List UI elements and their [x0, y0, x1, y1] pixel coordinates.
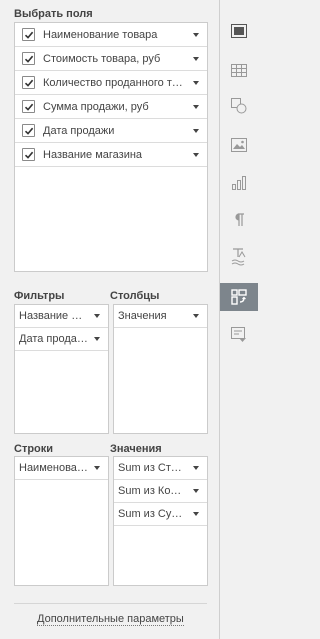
filter-field-chip[interactable]: Дата продажи	[15, 328, 108, 351]
chart-icon	[231, 176, 246, 190]
chevron-down-icon[interactable]	[94, 314, 100, 318]
checkmark-icon	[24, 127, 34, 135]
checkmark-icon	[24, 151, 34, 159]
field-row[interactable]: Количество проданного товара	[15, 71, 207, 95]
shape-icon	[231, 98, 247, 114]
row-field-label: Наименование товара	[19, 462, 88, 474]
text-art-settings-button[interactable]	[220, 243, 258, 271]
field-label: Количество проданного товара	[43, 76, 187, 89]
text-art-icon	[231, 248, 246, 266]
value-field-chip[interactable]: Sum из Сумма продажи, руб	[114, 503, 207, 526]
checkmark-icon	[24, 31, 34, 39]
value-field-label: Sum из Стоимость товара, руб	[118, 462, 187, 474]
pivot-table-icon	[231, 289, 247, 305]
select-fields-title: Выбрать поля	[14, 8, 93, 20]
filters-drop-area[interactable]: Название магазина Дата продажи	[14, 304, 109, 434]
signature-icon	[231, 326, 246, 342]
rows-drop-area[interactable]: Наименование товара	[14, 456, 109, 586]
values-drop-area[interactable]: Sum из Стоимость товара, руб Sum из Коли…	[113, 456, 208, 586]
checkmark-icon	[24, 79, 34, 87]
table-icon	[231, 63, 247, 77]
column-field-chip[interactable]: Значения	[114, 305, 207, 328]
chevron-down-icon[interactable]	[193, 104, 199, 109]
row-field-chip[interactable]: Наименование товара	[15, 457, 108, 480]
value-field-chip[interactable]: Sum из Количество проданного товара	[114, 480, 207, 503]
field-checkbox[interactable]	[22, 28, 35, 41]
right-sidebar	[219, 0, 258, 639]
chevron-down-icon[interactable]	[193, 314, 199, 318]
paragraph-settings-button[interactable]	[220, 206, 258, 234]
values-title: Значения	[110, 443, 162, 455]
chevron-down-icon[interactable]	[94, 466, 100, 470]
image-icon	[231, 138, 247, 152]
table-settings-button[interactable]	[220, 56, 258, 84]
slide-settings-icon	[231, 24, 247, 38]
field-row[interactable]: Стоимость товара, руб	[15, 47, 207, 71]
checkmark-icon	[24, 103, 34, 111]
slide-settings-button[interactable]	[220, 17, 258, 45]
image-settings-button[interactable]	[220, 131, 258, 159]
chevron-down-icon[interactable]	[193, 152, 199, 157]
chevron-down-icon[interactable]	[193, 512, 199, 516]
field-checkbox[interactable]	[22, 124, 35, 137]
chevron-down-icon[interactable]	[193, 128, 199, 133]
chevron-down-icon[interactable]	[193, 489, 199, 493]
filter-field-label: Название магазина	[19, 310, 88, 322]
column-field-label: Значения	[118, 310, 167, 322]
filter-field-chip[interactable]: Название магазина	[15, 305, 108, 328]
field-label: Название магазина	[43, 148, 143, 161]
value-field-label: Sum из Сумма продажи, руб	[118, 508, 187, 520]
pivot-table-settings-button[interactable]	[220, 283, 258, 311]
field-row[interactable]: Сумма продажи, руб	[15, 95, 207, 119]
chevron-down-icon[interactable]	[193, 56, 199, 61]
field-label: Дата продажи	[43, 124, 115, 137]
field-checkbox[interactable]	[22, 76, 35, 89]
value-field-label: Sum из Количество проданного товара	[118, 485, 187, 497]
pivot-settings-panel: Выбрать поля Наименование товара Стоимос…	[0, 0, 219, 639]
shape-settings-button[interactable]	[220, 92, 258, 120]
field-label: Наименование товара	[43, 28, 158, 41]
columns-title: Столбцы	[110, 290, 160, 302]
chevron-down-icon[interactable]	[193, 80, 199, 85]
select-fields-list: Наименование товара Стоимость товара, ру…	[14, 22, 208, 272]
filters-title: Фильтры	[14, 290, 65, 302]
field-checkbox[interactable]	[22, 100, 35, 113]
rows-title: Строки	[14, 443, 54, 455]
field-label: Сумма продажи, руб	[43, 100, 149, 113]
signature-settings-button[interactable]	[220, 321, 258, 349]
field-label: Стоимость товара, руб	[43, 52, 161, 65]
filter-field-label: Дата продажи	[19, 333, 88, 345]
field-row[interactable]: Наименование товара	[15, 23, 207, 47]
paragraph-icon	[235, 213, 244, 226]
chevron-down-icon[interactable]	[193, 32, 199, 37]
checkmark-icon	[24, 55, 34, 63]
advanced-settings-link[interactable]: Дополнительные параметры	[37, 613, 184, 626]
field-row[interactable]: Дата продажи	[15, 119, 207, 143]
value-field-chip[interactable]: Sum из Стоимость товара, руб	[114, 457, 207, 480]
field-row[interactable]: Название магазина	[15, 143, 207, 167]
chevron-down-icon[interactable]	[193, 466, 199, 470]
chevron-down-icon[interactable]	[94, 337, 100, 341]
field-checkbox[interactable]	[22, 148, 35, 161]
footer-divider	[14, 603, 207, 604]
columns-drop-area[interactable]: Значения	[113, 304, 208, 434]
chart-settings-button[interactable]	[220, 169, 258, 197]
field-checkbox[interactable]	[22, 52, 35, 65]
